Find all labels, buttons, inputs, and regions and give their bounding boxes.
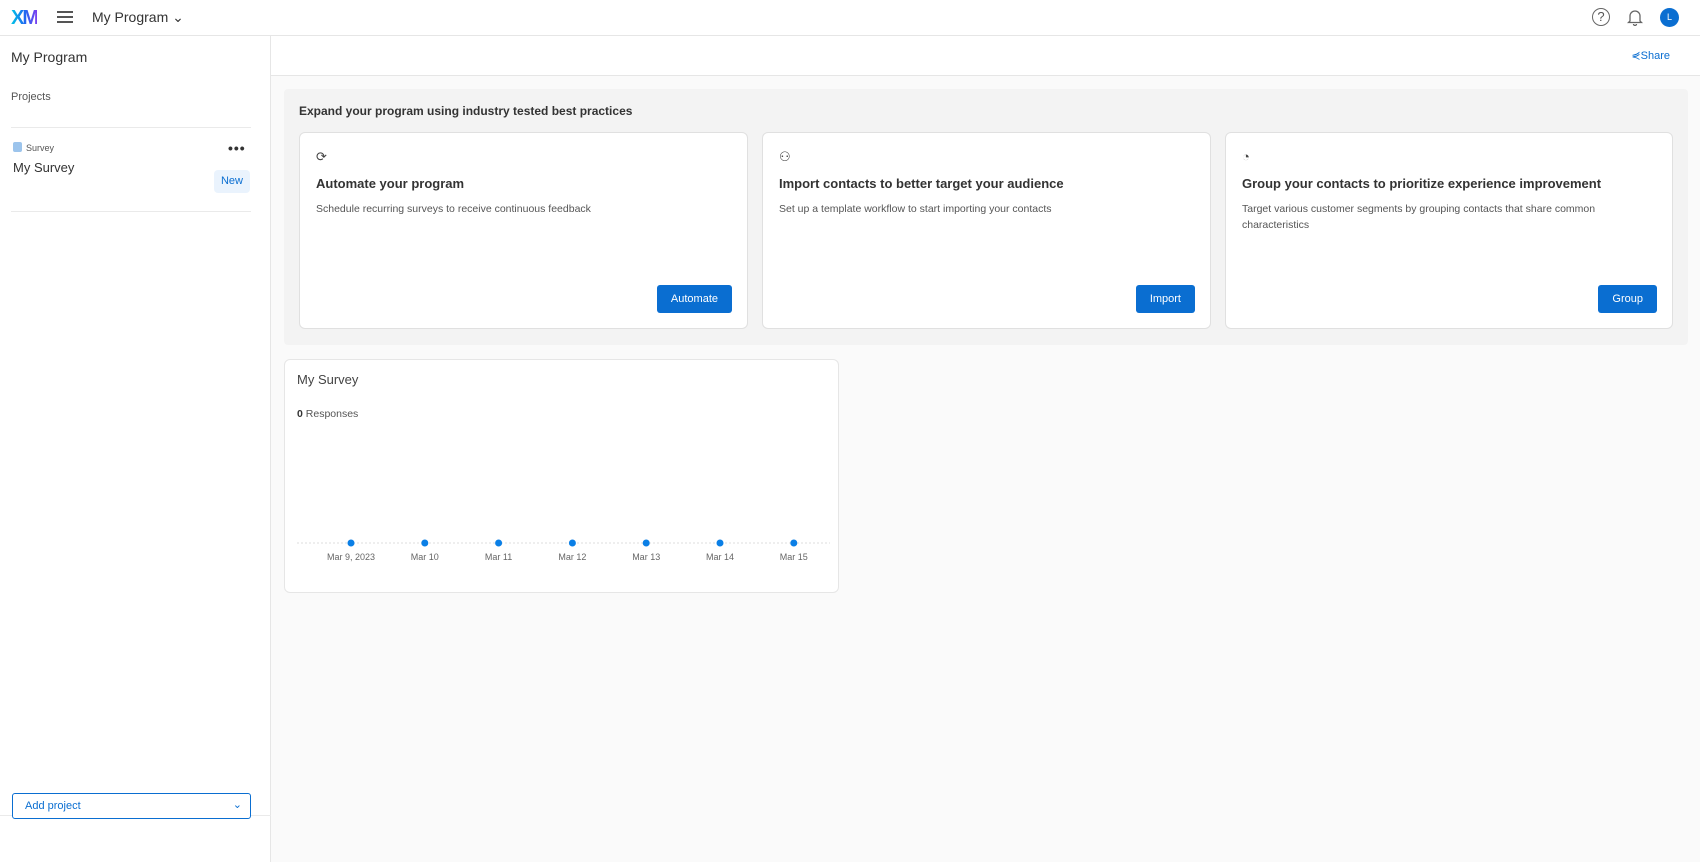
card-title: Import contacts to better target your au…	[779, 176, 1064, 191]
card-title: Automate your program	[316, 176, 465, 191]
project-type: Survey	[13, 142, 54, 153]
automate-button[interactable]: Automate	[656, 285, 732, 313]
group-button[interactable]: Group	[1598, 285, 1657, 313]
x-tick-label: Mar 9, 2023	[327, 552, 375, 562]
project-type-label: Survey	[26, 143, 55, 153]
project-name[interactable]: My Survey	[13, 160, 74, 175]
x-tick-label: Mar 14	[706, 552, 734, 562]
card-title: Group your contacts to prioritize experi…	[1242, 176, 1602, 191]
automate-icon: ⟳	[316, 149, 327, 164]
xm-logo[interactable]: XM	[11, 7, 39, 30]
x-tick-label: Mar 10	[411, 552, 439, 562]
share-button[interactable]: ⋞Share	[1631, 49, 1670, 62]
add-project-dropdown[interactable]: Add project ⌄	[12, 793, 251, 819]
avatar[interactable]: L	[1660, 8, 1679, 27]
x-tick-label: Mar 13	[632, 552, 660, 562]
card-description: Schedule recurring surveys to receive co…	[316, 203, 591, 215]
new-badge: New	[214, 170, 250, 193]
x-tick-label: Mar 11	[485, 552, 512, 562]
x-tick-label: Mar 12	[558, 552, 586, 562]
group-card: ◔ Group your contacts to prioritize expe…	[1225, 132, 1673, 329]
bell-icon[interactable]	[1626, 8, 1644, 27]
share-icon: ⋞	[1631, 50, 1641, 62]
data-point[interactable]	[568, 539, 576, 547]
menu-icon[interactable]	[57, 11, 73, 23]
sidebar: My Program Projects Survey My Survey •••…	[0, 36, 271, 862]
divider	[11, 211, 251, 212]
survey-widget[interactable]: My Survey 0 Responses Mar 9, 2023 Mar 10 M…	[284, 359, 839, 593]
projects-label: Projects	[11, 91, 51, 103]
panel-heading: Expand your program using industry teste…	[299, 104, 633, 118]
share-label: Share	[1640, 50, 1670, 62]
card-description: Target various customer segments by grou…	[1242, 203, 1596, 231]
sidebar-title: My Program	[11, 49, 88, 65]
help-icon[interactable]: ?	[1592, 8, 1610, 26]
top-bar: XM My Program ⌄ ? L	[0, 0, 1700, 36]
data-point[interactable]	[421, 539, 429, 547]
card-description: Set up a template workflow to start impo…	[779, 203, 1052, 215]
divider	[11, 127, 251, 128]
group-icon: ◔	[1242, 149, 1250, 164]
survey-icon	[13, 142, 22, 152]
responses-chart: Mar 9, 2023 Mar 10 Mar 11 Mar 12 Mar 13 Mar 1…	[297, 539, 830, 562]
chevron-down-icon: ⌄	[172, 9, 184, 25]
program-selector[interactable]: My Program ⌄	[92, 9, 184, 26]
best-practices-panel: Expand your program using industry teste…	[284, 89, 1688, 345]
more-options-icon[interactable]: •••	[228, 140, 246, 156]
import-button[interactable]: Import	[1135, 285, 1195, 313]
data-point[interactable]	[716, 539, 724, 547]
data-point[interactable]	[347, 539, 355, 547]
automate-card: ⟳ Automate your program Schedule recurri…	[299, 132, 748, 329]
action-bar: ⋞Share	[271, 36, 1700, 76]
chevron-down-icon: ⌄	[232, 799, 242, 811]
add-project-label: Add project	[25, 800, 81, 812]
data-point[interactable]	[790, 539, 798, 547]
x-tick-label: Mar 15	[780, 552, 808, 562]
contacts-icon: ⚇	[779, 149, 791, 164]
data-point[interactable]	[642, 539, 650, 547]
import-card: ⚇ Import contacts to better target your …	[762, 132, 1211, 329]
data-point[interactable]	[495, 539, 503, 547]
program-name: My Program	[92, 9, 169, 25]
